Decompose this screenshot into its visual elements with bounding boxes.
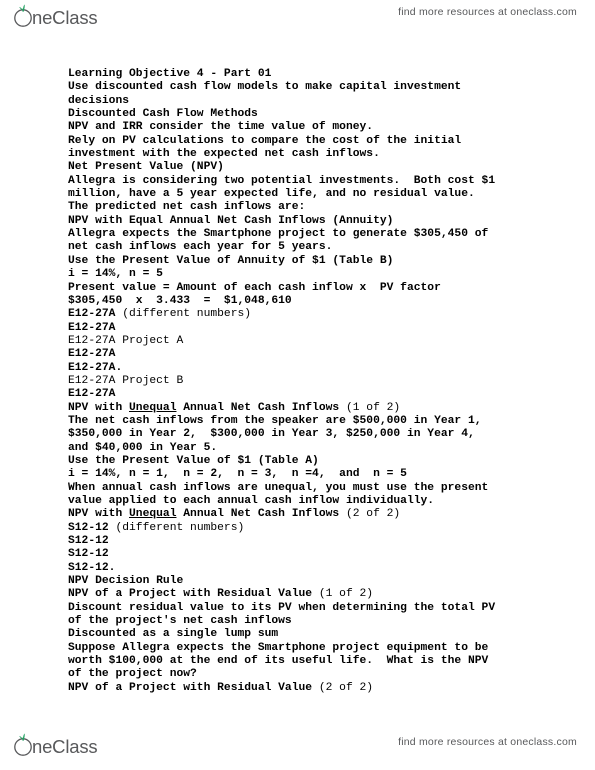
document-line: $305,450 x 3.433 = $1,048,610 <box>68 294 292 307</box>
document-line: Discount residual value to its PV when d… <box>68 601 496 614</box>
document-line-segment: (2 of 2) <box>318 681 374 694</box>
document-line-segment: NPV with <box>68 508 130 521</box>
document-line: investment with the expected net cash in… <box>68 148 380 161</box>
page-header: neClass find more resources at oneclass.… <box>0 0 595 36</box>
document-line: Use the Present Value of $1 (Table A) <box>68 454 319 467</box>
document-line: NPV of a Project with Residual Value (1 … <box>68 588 538 601</box>
document-line: The net cash inflows from the speaker ar… <box>68 414 482 427</box>
document-line: Allegra expects the Smartphone project t… <box>68 228 489 241</box>
document-line: Suppose Allegra expects the Smartphone p… <box>68 641 489 654</box>
document-line: Use discounted cash flow models to make … <box>68 81 462 94</box>
document-line-segment: E12-27A <box>68 308 123 321</box>
document-line: S12-12 <box>68 535 109 548</box>
document-line: E12-27A <box>68 348 116 361</box>
document-line: E12-27A Project B <box>68 374 184 387</box>
document-line: Allegra is considering two potential inv… <box>68 174 496 187</box>
document-line: of the project now? <box>68 668 197 681</box>
document-line: of the project's net cash inflows <box>68 615 292 628</box>
document-line-segment: NPV of a Project with Residual Value <box>68 588 319 601</box>
document-line: S12-12. <box>68 561 116 574</box>
document-line: i = 14%, n = 1, n = 2, n = 3, n =4, and … <box>68 468 407 481</box>
document-line: E12-27A (different numbers) <box>68 308 538 321</box>
svg-text:neClass: neClass <box>32 7 97 28</box>
document-line: Rely on PV calculations to compare the c… <box>68 134 462 147</box>
document-line: S12-12 <box>68 548 109 561</box>
document-line-segment: (different numbers) <box>115 521 245 534</box>
document-line-segment: Unequal <box>129 508 177 521</box>
document-line: Use the Present Value of Annuity of $1 (… <box>68 254 394 267</box>
document-line: NPV and IRR consider the time value of m… <box>68 121 374 134</box>
document-line: and $40,000 in Year 5. <box>68 441 218 454</box>
document-line: The predicted net cash inflows are: <box>68 201 306 214</box>
document-line: Discounted Cash Flow Methods <box>68 108 258 121</box>
document-line: NPV with Unequal Annual Net Cash Inflows… <box>68 508 538 521</box>
document-line-segment: (1 of 2) <box>318 588 374 601</box>
document-line: worth $100,000 at the end of its useful … <box>68 655 489 668</box>
document-line-segment: (1 of 2) <box>345 401 401 414</box>
document-line-segment: (different numbers) <box>122 308 252 321</box>
document-line: E12-27A Project A <box>68 334 184 347</box>
document-line: $350,000 in Year 2, $300,000 in Year 3, … <box>68 428 475 441</box>
header-tagline: find more resources at oneclass.com <box>398 6 577 18</box>
document-line: E12-27A. <box>68 361 123 374</box>
document-line: When annual cash inflows are unequal, yo… <box>68 481 489 494</box>
oneclass-leaf-logo-icon: neClass <box>14 4 98 28</box>
document-line: S12-12 (different numbers) <box>68 522 538 535</box>
document-line: NPV Decision Rule <box>68 575 184 588</box>
document-line: Discounted as a single lump sum <box>68 628 279 641</box>
document-line-segment: NPV of a Project with Residual Value <box>68 681 319 694</box>
document-line: value applied to each annual cash inflow… <box>68 495 435 507</box>
oneclass-leaf-logo-icon: neClass <box>14 733 98 757</box>
document-line: NPV with Unequal Annual Net Cash Inflows… <box>68 402 538 415</box>
document-line: E12-27A <box>68 321 116 334</box>
document-line: net cash inflows each year for 5 years. <box>68 241 333 254</box>
page-footer: neClass find more resources at oneclass.… <box>0 728 595 770</box>
header-logo[interactable]: neClass <box>10 3 118 29</box>
document-line: E12-27A <box>68 388 116 401</box>
document-line: Learning Objective 4 - Part 01 <box>68 68 272 80</box>
document-line: NPV of a Project with Residual Value (2 … <box>68 682 538 695</box>
document-line: million, have a 5 year expected life, an… <box>68 188 475 201</box>
document-line: i = 14%, n = 5 <box>68 268 163 281</box>
document-line-segment: Annual Net Cash Inflows <box>176 508 346 521</box>
document-line-segment: NPV with <box>68 401 130 414</box>
footer-logo[interactable]: neClass <box>10 732 118 758</box>
document-line-segment: S12-12 <box>68 521 116 534</box>
document-line: Present value = Amount of each cash infl… <box>68 281 441 294</box>
footer-tagline: find more resources at oneclass.com <box>398 736 577 748</box>
svg-text:neClass: neClass <box>32 736 97 757</box>
document-line: NPV with Equal Annual Net Cash Inflows (… <box>68 214 394 227</box>
document-line: decisions <box>68 94 130 107</box>
document-text-block: Learning Objective 4 - Part 01 Use discou… <box>68 68 538 695</box>
document-line-segment: Unequal <box>129 401 177 414</box>
document-line-segment: Annual Net Cash Inflows <box>176 401 346 414</box>
document-line-segment: (2 of 2) <box>345 508 401 521</box>
document-line: Net Present Value (NPV) <box>68 161 224 174</box>
